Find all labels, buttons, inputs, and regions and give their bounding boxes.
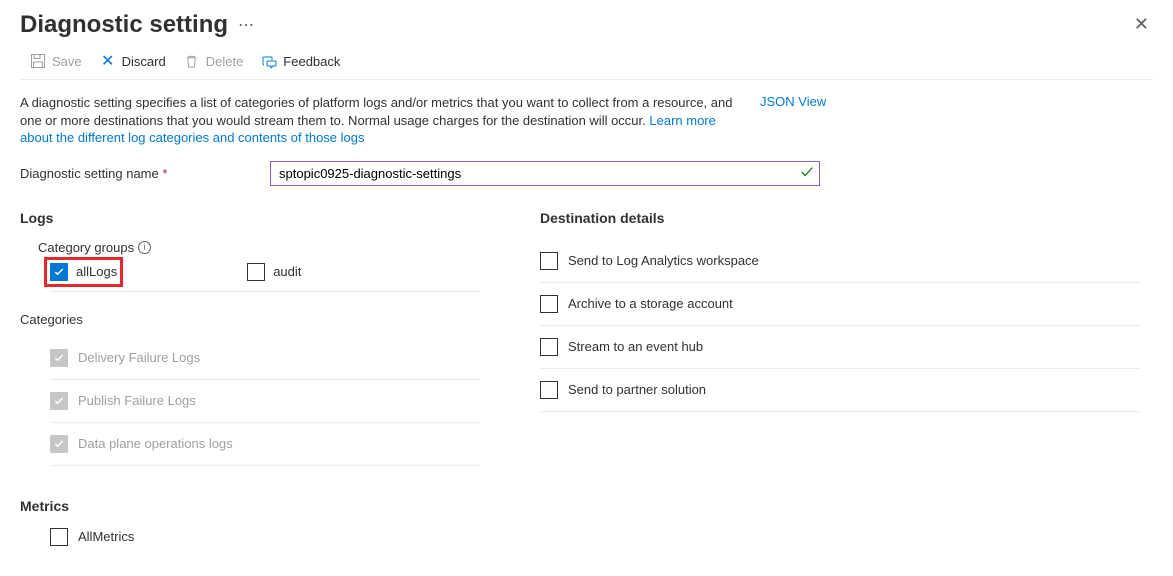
category-label: Publish Failure Logs <box>78 393 196 408</box>
destination-heading: Destination details <box>540 210 1140 226</box>
alllogs-label: allLogs <box>76 264 117 279</box>
category-row: Publish Failure Logs <box>50 380 480 423</box>
destination-event-hub[interactable]: Stream to an event hub <box>540 326 1140 369</box>
destination-storage[interactable]: Archive to a storage account <box>540 283 1140 326</box>
json-view-link[interactable]: JSON View <box>760 94 826 109</box>
save-label: Save <box>52 54 82 69</box>
delete-icon <box>184 53 200 69</box>
discard-label: Discard <box>122 54 166 69</box>
category-group-audit[interactable]: audit <box>247 263 301 281</box>
save-button[interactable]: Save <box>30 53 82 69</box>
info-icon[interactable]: i <box>138 241 151 254</box>
diagnostic-name-input[interactable] <box>270 161 820 186</box>
destination-partner[interactable]: Send to partner solution <box>540 369 1140 412</box>
destination-label: Archive to a storage account <box>568 296 733 311</box>
close-icon[interactable]: ✕ <box>1130 10 1153 39</box>
category-row: Data plane operations logs <box>50 423 480 466</box>
feedback-button[interactable]: Feedback <box>261 53 340 69</box>
checkbox-destination[interactable] <box>540 338 558 356</box>
name-field-label: Diagnostic setting name * <box>20 166 270 181</box>
metrics-allmetrics[interactable]: AllMetrics <box>50 528 480 546</box>
checkbox-destination[interactable] <box>540 295 558 313</box>
valid-check-icon <box>800 165 814 182</box>
audit-label: audit <box>273 264 301 279</box>
destination-label: Send to Log Analytics workspace <box>568 253 759 268</box>
feedback-label: Feedback <box>283 54 340 69</box>
category-groups-label: Category groups <box>38 240 134 255</box>
categories-label: Categories <box>20 312 480 327</box>
page-title: Diagnostic setting <box>20 11 228 39</box>
discard-icon: ✕ <box>100 53 116 69</box>
category-row: Delivery Failure Logs <box>50 337 480 380</box>
checkbox-category-disabled <box>50 435 68 453</box>
description-text: A diagnostic setting specifies a list of… <box>20 94 740 147</box>
toolbar: Save ✕ Discard Delete Feedback <box>20 45 1153 80</box>
checkbox-destination[interactable] <box>540 381 558 399</box>
allmetrics-label: AllMetrics <box>78 529 134 544</box>
checkbox-category-disabled <box>50 349 68 367</box>
feedback-icon <box>261 53 277 69</box>
destination-log-analytics[interactable]: Send to Log Analytics workspace <box>540 240 1140 283</box>
more-menu[interactable]: ⋯ <box>238 15 256 35</box>
checkbox-alllogs[interactable] <box>50 263 68 281</box>
logs-heading: Logs <box>20 210 480 226</box>
checkbox-destination[interactable] <box>540 252 558 270</box>
category-label: Data plane operations logs <box>78 436 233 451</box>
required-asterisk: * <box>162 166 167 181</box>
discard-button[interactable]: ✕ Discard <box>100 53 166 69</box>
category-group-alllogs[interactable]: allLogs <box>50 263 117 281</box>
delete-label: Delete <box>206 54 244 69</box>
checkbox-allmetrics[interactable] <box>50 528 68 546</box>
metrics-heading: Metrics <box>20 498 480 514</box>
name-label-text: Diagnostic setting name <box>20 166 159 181</box>
checkbox-category-disabled <box>50 392 68 410</box>
category-label: Delivery Failure Logs <box>78 350 200 365</box>
destination-label: Send to partner solution <box>568 382 706 397</box>
delete-button[interactable]: Delete <box>184 53 244 69</box>
destination-label: Stream to an event hub <box>568 339 703 354</box>
description-body: A diagnostic setting specifies a list of… <box>20 95 732 128</box>
checkbox-audit[interactable] <box>247 263 265 281</box>
save-icon <box>30 53 46 69</box>
